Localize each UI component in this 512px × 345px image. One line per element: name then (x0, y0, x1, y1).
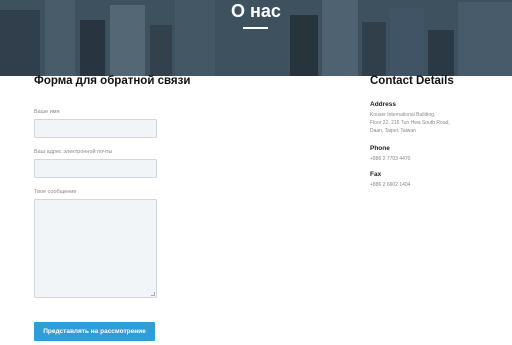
fax-heading: Fax (370, 171, 382, 178)
form-title: Форма для обратной связи (34, 75, 191, 87)
hero-banner: О нас (0, 0, 512, 76)
phone-heading: Phone (370, 145, 390, 152)
message-label: Твое сообщение (34, 189, 77, 195)
fax-value: +886 2 6602 1404 (370, 182, 411, 188)
address-heading: Address (370, 101, 397, 108)
message-textarea[interactable] (34, 199, 157, 298)
contact-title: Contact Details (370, 75, 454, 87)
address-line-2: Floor 22, 216 Tun Hwa South Road, (370, 120, 450, 126)
page-title: О нас (231, 1, 281, 21)
name-label: Ваше имя (34, 109, 60, 115)
resize-handle-icon[interactable] (151, 292, 155, 296)
address-line-3: Daan, Taipei, Taiwan (370, 128, 416, 134)
address-line-1: Kouser International Building, (370, 112, 436, 118)
name-input[interactable] (34, 119, 157, 138)
phone-value: +886 2 7703 4470 (370, 156, 411, 162)
email-label: Ваш адрес электронной почты (34, 149, 113, 155)
email-input[interactable] (34, 159, 157, 178)
submit-button[interactable]: Представлять на рассмотрение (34, 322, 155, 341)
title-underline (243, 27, 268, 29)
